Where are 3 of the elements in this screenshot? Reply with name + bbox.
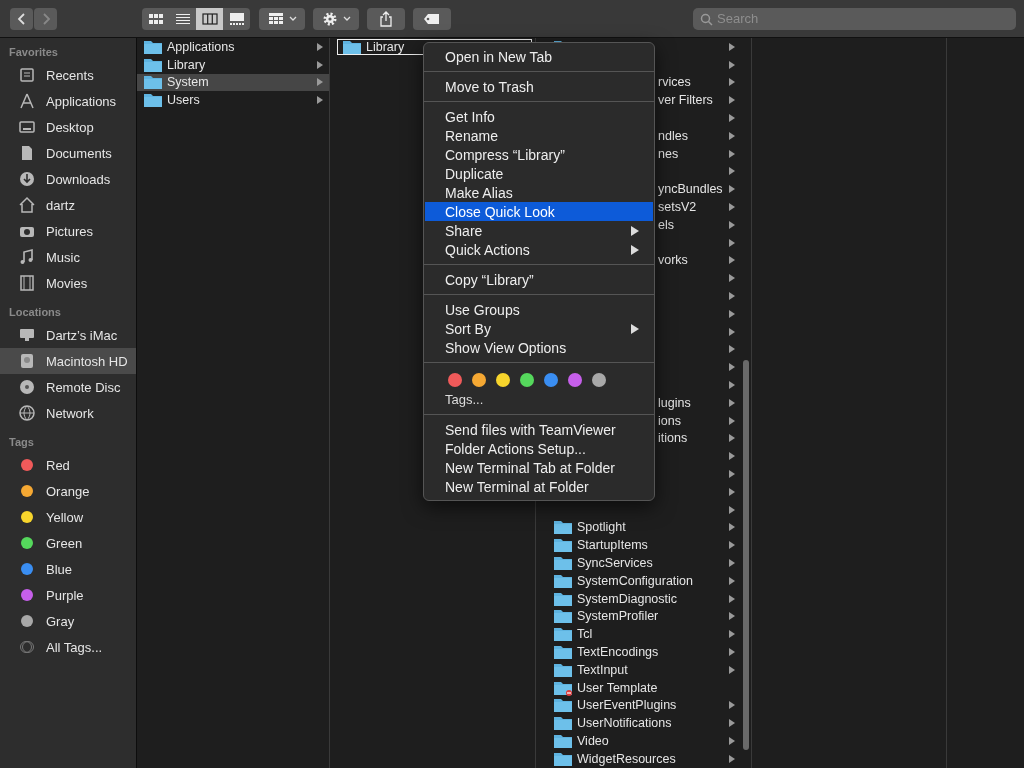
sidebar-section-heading: Locations (8, 305, 62, 320)
sidebar-section-heading: Tags (8, 435, 35, 450)
sidebar-section-heading: Favorites (8, 45, 59, 60)
